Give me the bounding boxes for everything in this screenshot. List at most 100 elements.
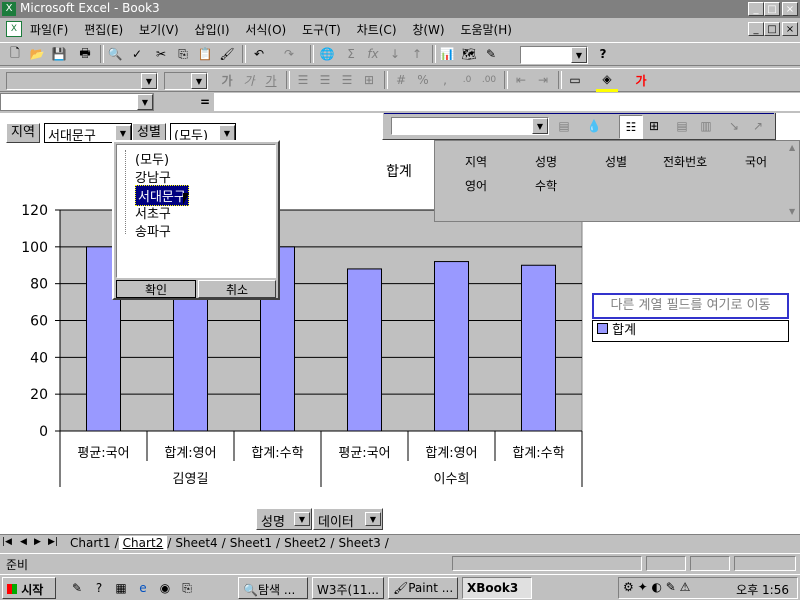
tab-first-icon[interactable]: |◀ <box>2 537 12 547</box>
maximize-button[interactable]: □ <box>764 2 780 16</box>
chevron-down-icon[interactable]: ▼ <box>365 512 381 526</box>
region-list[interactable]: (모두) 강남구 서대문구 서초구 송파구 <box>116 144 276 278</box>
row-field-data[interactable]: 데이터 ▼ <box>313 508 383 530</box>
merge-center-icon[interactable]: ⊞ <box>358 69 380 91</box>
percent-icon[interactable]: % <box>412 69 434 91</box>
quicklaunch-icon[interactable]: ▦ <box>110 577 132 599</box>
tab-sheet2[interactable]: Sheet2 <box>280 536 330 550</box>
chevron-down-icon[interactable]: ▼ <box>141 73 157 89</box>
tab-last-icon[interactable]: ▶| <box>48 537 58 547</box>
quicklaunch-icon[interactable]: ✎ <box>66 577 88 599</box>
increase-decimal-icon[interactable]: .0 <box>456 69 478 91</box>
chart-object-select[interactable]: ▼ <box>391 117 549 135</box>
ok-button[interactable]: 확인 <box>116 280 196 298</box>
task-excel[interactable]: XBook3 <box>462 577 532 599</box>
paste-icon[interactable]: 📋 <box>194 43 216 65</box>
field-phone[interactable]: 전화번호 <box>663 153 707 170</box>
tab-prev-icon[interactable]: ◀ <box>20 537 27 547</box>
field-region[interactable]: 지역 <box>465 153 487 170</box>
autosum-icon[interactable]: Σ <box>340 43 362 65</box>
formula-input[interactable] <box>214 93 800 111</box>
tab-sheet4[interactable]: Sheet4 <box>171 536 221 550</box>
bold-icon[interactable]: 가 <box>216 69 238 91</box>
doc-restore-button[interactable]: □ <box>764 22 780 36</box>
doc-minimize-button[interactable]: _ <box>748 22 764 36</box>
align-left-icon[interactable]: ☰ <box>292 69 314 91</box>
ie-icon[interactable]: e <box>132 577 154 599</box>
menu-tools[interactable]: 도구(T) <box>302 23 341 37</box>
list-item[interactable]: 강남구 <box>125 167 171 186</box>
close-button[interactable]: × <box>782 2 798 16</box>
name-box[interactable]: ▼ <box>0 93 154 111</box>
workbook-icon[interactable]: X <box>6 21 22 37</box>
angle-text-up-icon[interactable]: ↗ <box>747 115 769 137</box>
preview-icon[interactable]: 🔍 <box>104 43 126 65</box>
decrease-decimal-icon[interactable]: .00 <box>478 69 500 91</box>
save-icon[interactable]: 💾 <box>48 43 70 65</box>
currency-icon[interactable]: # <box>390 69 412 91</box>
print-icon[interactable]: 🖶 <box>74 43 96 65</box>
chevron-down-icon[interactable]: ▼ <box>191 73 207 89</box>
align-center-icon[interactable]: ☰ <box>314 69 336 91</box>
menu-file[interactable]: 파일(F) <box>30 23 68 37</box>
task-word[interactable]: W3주(11... <box>312 577 384 599</box>
underline-icon[interactable]: 가 <box>260 69 282 91</box>
menu-format[interactable]: 서식(O) <box>245 23 286 37</box>
legend-toggle-icon[interactable]: ☷ <box>619 115 643 139</box>
tab-sheet1[interactable]: Sheet1 <box>226 536 276 550</box>
chart-type-icon[interactable]: 💧 <box>583 115 605 137</box>
indent-icon[interactable]: ⇥ <box>532 69 554 91</box>
outdent-icon[interactable]: ⇤ <box>510 69 532 91</box>
cancel-button[interactable]: 취소 <box>198 280 276 298</box>
cut-icon[interactable]: ✂ <box>150 43 172 65</box>
task-paint[interactable]: 🖌Paint ... <box>388 577 458 599</box>
series-drop-hint[interactable]: 다른 계열 필드를 여기로 이동 <box>592 293 789 319</box>
field-name[interactable]: 성명 <box>535 153 557 170</box>
by-column-icon[interactable]: ▥ <box>695 115 717 137</box>
field-english[interactable]: 영어 <box>465 177 487 194</box>
chevron-down-icon[interactable]: ▼ <box>137 94 153 110</box>
hyperlink-icon[interactable]: 🌐 <box>316 43 338 65</box>
menu-chart[interactable]: 차트(C) <box>357 23 397 37</box>
spell-icon[interactable]: ✓ <box>126 43 148 65</box>
list-item[interactable]: 송파구 <box>125 221 171 240</box>
quicklaunch-icon[interactable]: ⎘ <box>176 577 198 599</box>
task-explorer[interactable]: 🔍탐색 ... <box>238 577 308 599</box>
zoom-select[interactable]: ▼ <box>520 46 588 64</box>
comma-icon[interactable]: , <box>434 69 456 91</box>
font-size-select[interactable]: ▼ <box>164 72 208 90</box>
redo-icon[interactable]: ↷ <box>278 43 300 65</box>
tab-next-icon[interactable]: ▶ <box>34 537 41 547</box>
tab-chart2[interactable]: Chart2 <box>118 536 168 550</box>
list-item[interactable]: (모두) <box>125 149 169 168</box>
data-table-icon[interactable]: ⊞ <box>643 115 665 137</box>
doc-close-button[interactable]: × <box>782 22 798 36</box>
font-select[interactable]: ▼ <box>6 72 158 90</box>
field-gender[interactable]: 성별 <box>605 153 627 170</box>
open-icon[interactable]: 📂 <box>26 43 48 65</box>
help-icon[interactable]: ? <box>592 43 614 65</box>
map-icon[interactable]: 🗺 <box>458 43 480 65</box>
sort-desc-icon[interactable]: ↑ <box>406 43 428 65</box>
angle-text-down-icon[interactable]: ↘ <box>723 115 745 137</box>
chart-wizard-icon[interactable]: 📊 <box>436 43 458 65</box>
scroll-down-icon[interactable]: ▼ <box>789 207 795 216</box>
fill-color-icon[interactable]: ◈ <box>596 69 618 92</box>
quicklaunch-icon[interactable]: ◉ <box>154 577 176 599</box>
tray-icons[interactable]: ⚙ ✦ ◐ ✎ ⚠ <box>623 580 690 594</box>
format-object-icon[interactable]: ▤ <box>553 115 575 137</box>
menu-help[interactable]: 도움말(H) <box>460 23 512 37</box>
menu-view[interactable]: 보기(V) <box>139 23 179 37</box>
quicklaunch-icon[interactable]: ? <box>88 577 110 599</box>
drawing-icon[interactable]: ✎ <box>480 43 502 65</box>
tab-chart1[interactable]: Chart1 <box>66 536 115 550</box>
italic-icon[interactable]: 가 <box>238 69 260 91</box>
field-korean[interactable]: 국어 <box>745 153 767 170</box>
sort-asc-icon[interactable]: ↓ <box>384 43 406 65</box>
menu-edit[interactable]: 편집(E) <box>84 23 123 37</box>
scroll-up-icon[interactable]: ▲ <box>789 143 795 152</box>
menu-insert[interactable]: 삽입(I) <box>195 23 230 37</box>
tab-sheet3[interactable]: Sheet3 <box>334 536 384 550</box>
format-painter-icon[interactable]: 🖌 <box>216 43 238 65</box>
chart-toolbar-titlebar[interactable]: ▼ 차트 × <box>384 113 774 114</box>
